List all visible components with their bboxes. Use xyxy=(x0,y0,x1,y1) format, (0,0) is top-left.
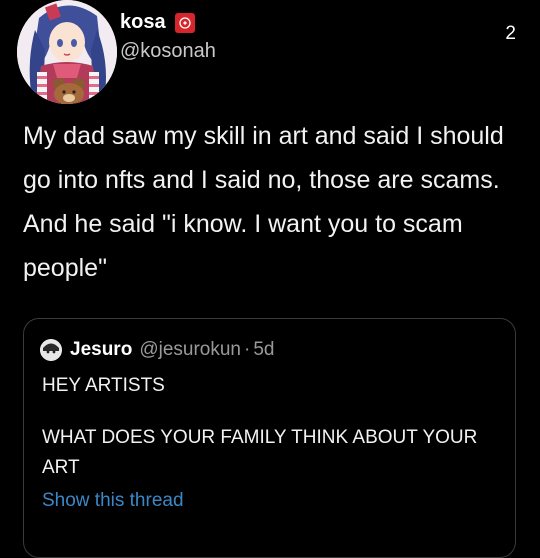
display-name[interactable]: kosa xyxy=(120,11,166,34)
quoted-line-2: WHAT DOES YOUR FAMILY THINK ABOUT YOUR A… xyxy=(42,427,478,478)
red-seal-icon xyxy=(174,12,195,33)
quoted-tweet-header: Jesuro @jesurokun · 5d xyxy=(40,339,274,361)
show-thread-link[interactable]: Show this thread xyxy=(42,490,184,512)
quoted-avatar[interactable] xyxy=(40,339,62,361)
quoted-display-name[interactable]: Jesuro xyxy=(70,339,132,361)
quoted-tweet-text: HEY ARTISTS WHAT DOES YOUR FAMILY THINK … xyxy=(42,371,502,483)
author-name-row: kosa xyxy=(120,11,195,34)
quoted-tweet-card[interactable]: Jesuro @jesurokun · 5d HEY ARTISTS WHAT … xyxy=(23,318,516,558)
tweet-text: My dad saw my skill in art and said I sh… xyxy=(23,122,504,282)
quoted-line-1: HEY ARTISTS xyxy=(42,375,165,396)
profile-avatar[interactable] xyxy=(17,0,117,104)
quoted-timestamp[interactable]: 5d xyxy=(253,339,274,361)
quoted-handle[interactable]: @jesurokun xyxy=(139,339,241,361)
author-handle[interactable]: @kosonah xyxy=(120,40,216,63)
image-count: 2 xyxy=(505,23,516,44)
dot-separator: · xyxy=(243,339,251,360)
